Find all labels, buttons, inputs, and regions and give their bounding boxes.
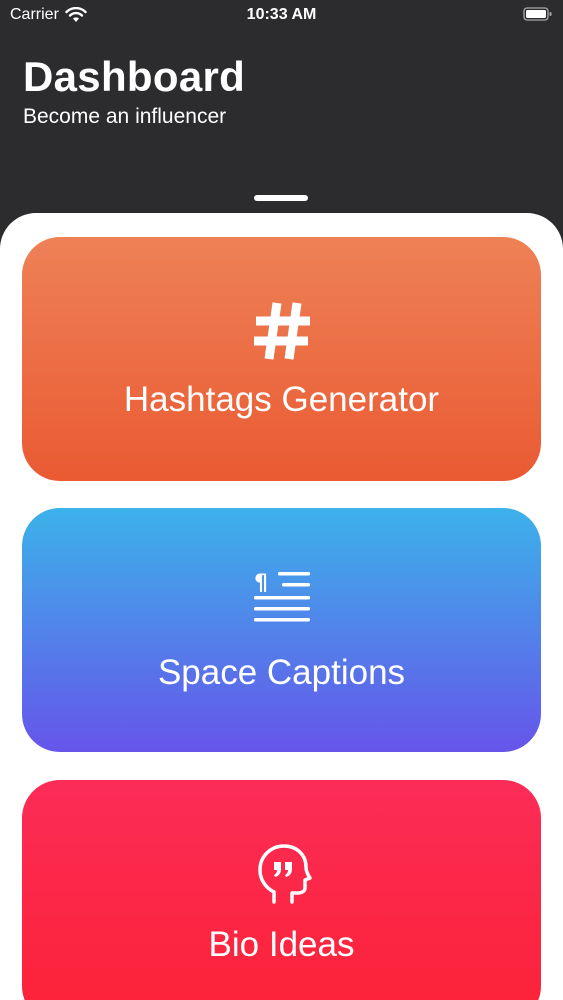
svg-text:¶: ¶: [254, 571, 268, 596]
hashtag-icon: [253, 302, 310, 360]
hashtag-icon-wrap: [22, 299, 541, 363]
hashtags-generator-label: Hashtags Generator: [123, 380, 440, 419]
bio-icon-wrap: [22, 842, 541, 906]
bio-ideas-card[interactable]: Bio Ideas: [22, 780, 541, 1000]
page-subtitle: Become an influencer: [23, 105, 227, 128]
bio-head-quote-icon: [257, 844, 312, 904]
page-title: Dashboard: [23, 53, 246, 100]
captions-icon: ¶: [253, 571, 310, 622]
hashtags-generator-card[interactable]: Hashtags Generator: [22, 237, 541, 481]
header: Dashboard Become an influencer: [23, 54, 245, 130]
status-time: 10:33 AM: [246, 6, 317, 23]
space-captions-label: Space Captions: [157, 653, 406, 692]
dashboard-screen: Carrier 10:33 AM Dashboard Become an inf…: [0, 0, 563, 1000]
space-captions-card[interactable]: ¶ Space Captions: [22, 508, 541, 752]
bio-ideas-label: Bio Ideas: [208, 925, 355, 964]
captions-icon-wrap: ¶: [22, 568, 541, 632]
status-bar: Carrier 10:33 AM: [0, 0, 563, 30]
battery-icon: [523, 7, 552, 21]
sheet-grabber-handle[interactable]: [254, 195, 308, 201]
